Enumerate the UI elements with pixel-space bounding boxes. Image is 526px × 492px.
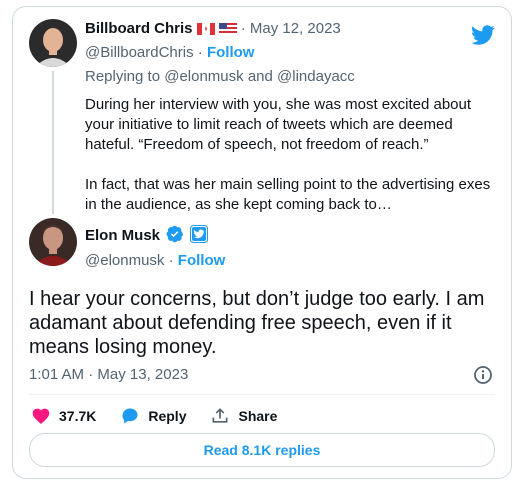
share-label: Share: [238, 408, 278, 424]
reply-separator: ·: [240, 20, 246, 37]
tweet-time[interactable]: 1:01 AM: [29, 366, 84, 383]
billboard-chris-avatar[interactable]: [29, 19, 77, 67]
main-handle-separator: ·: [168, 252, 174, 269]
reply-author-name[interactable]: Billboard Chris: [85, 20, 193, 37]
usa-flag-icon: [218, 21, 237, 41]
main-tweet-text: I hear your concerns, but don’t judge to…: [29, 288, 485, 358]
info-icon[interactable]: [473, 365, 493, 385]
actions-divider: [29, 394, 495, 395]
read-replies-button[interactable]: Read 8.1K replies: [29, 433, 495, 467]
reply-tweet-text: During her interview with you, she was m…: [85, 96, 491, 213]
main-handle[interactable]: @elonmusk: [85, 252, 164, 269]
reply-button[interactable]: Reply: [120, 406, 186, 426]
replying-to-and: and: [247, 68, 273, 85]
reply-date[interactable]: May 12, 2023: [250, 20, 341, 37]
twitter-bird-icon[interactable]: [471, 23, 495, 47]
tweet-actions-bar: 37.7K Reply Share: [31, 402, 301, 430]
elon-musk-avatar[interactable]: [29, 218, 77, 266]
replying-to-line: Replying to @elonmusk and @lindayacc: [85, 67, 355, 87]
timestamp-separator: ·: [88, 366, 94, 383]
tweet-timestamp[interactable]: 1:01 AM · May 13, 2023: [29, 365, 188, 385]
tweet-date[interactable]: May 13, 2023: [97, 366, 188, 383]
reply-handle-separator: ·: [197, 44, 203, 61]
replying-to-prefix: Replying to: [85, 68, 161, 85]
reply-follow-button[interactable]: Follow: [207, 44, 255, 61]
replying-to-user-2[interactable]: @lindayacc: [277, 68, 355, 85]
main-follow-button[interactable]: Follow: [178, 252, 226, 269]
heart-icon: [32, 408, 50, 424]
reply-handle-row: @BillboardChris · Follow: [85, 43, 254, 63]
main-handle-row: @elonmusk · Follow: [85, 251, 225, 271]
verified-badge-icon: [166, 225, 184, 249]
like-button[interactable]: 37.7K: [31, 406, 96, 426]
thread-connector-line: [52, 71, 54, 214]
share-button[interactable]: Share: [210, 406, 277, 426]
speech-bubble-icon: [122, 408, 138, 424]
canada-flag-icon: [196, 21, 215, 41]
like-count: 37.7K: [59, 408, 97, 424]
embedded-tweet-card: Billboard Chris · May 12, 2023 @Billboar…: [12, 6, 512, 479]
twitter-affiliate-icon: [190, 225, 209, 249]
replying-to-user-1[interactable]: @elonmusk: [164, 68, 243, 85]
main-author-name[interactable]: Elon Musk: [85, 227, 160, 244]
reply-header: Billboard Chris · May 12, 2023: [85, 19, 341, 41]
main-header: Elon Musk: [85, 225, 209, 249]
reply-label: Reply: [148, 408, 187, 424]
reply-handle[interactable]: @BillboardChris: [85, 44, 194, 61]
share-icon: [212, 408, 228, 423]
